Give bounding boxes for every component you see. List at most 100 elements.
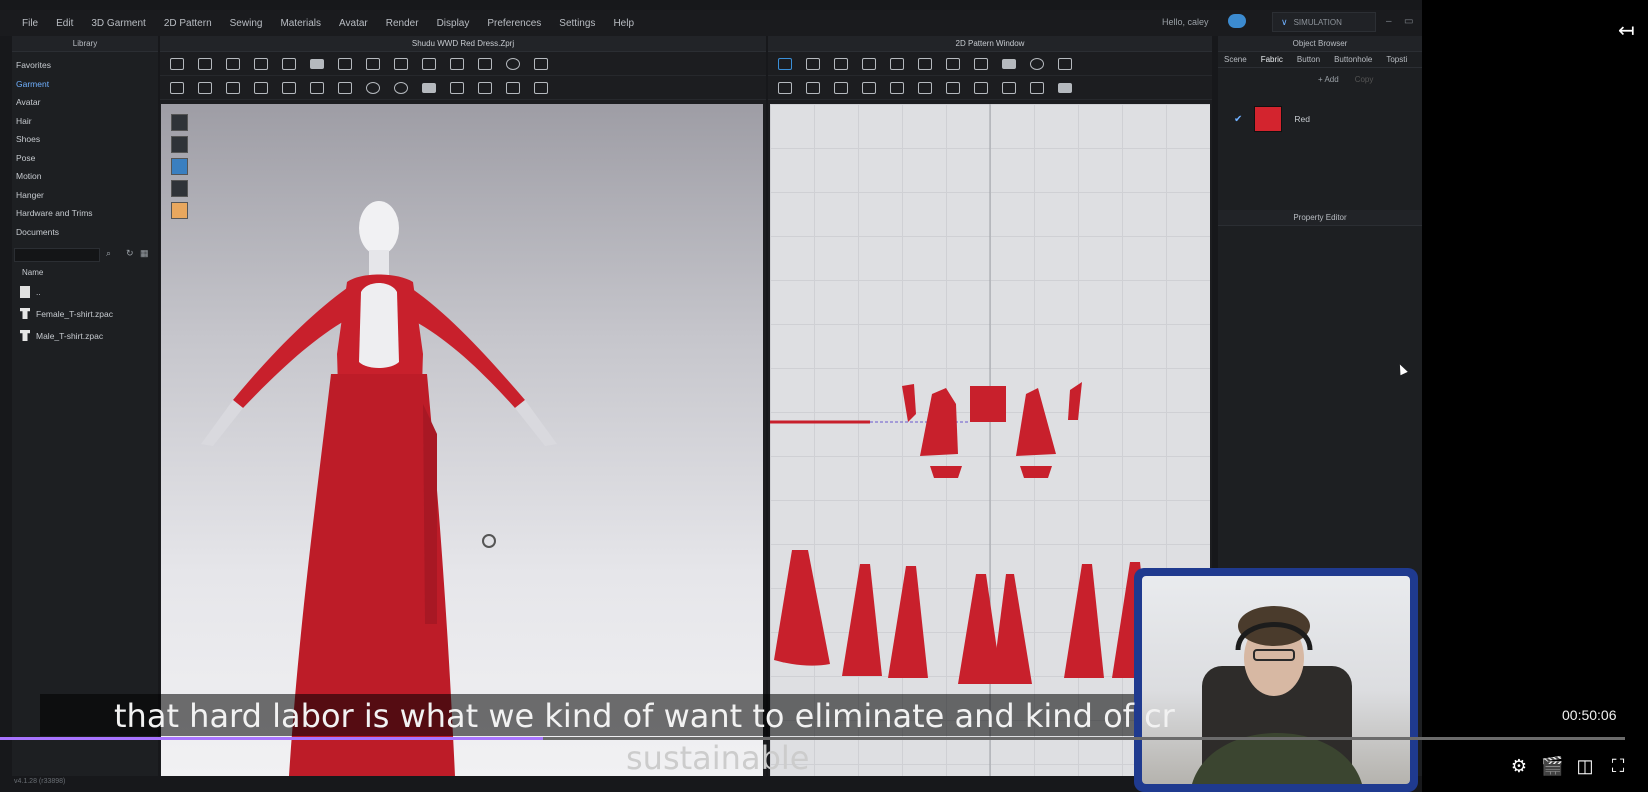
refresh-icon[interactable]: ↻: [126, 248, 134, 259]
menu-display[interactable]: Display: [437, 18, 470, 29]
add-point-icon[interactable]: [890, 57, 904, 70]
grid-view-icon[interactable]: ▦: [140, 248, 149, 259]
menu-help[interactable]: Help: [613, 18, 634, 29]
tab-scene[interactable]: Scene: [1224, 55, 1247, 64]
minimize-icon[interactable]: –: [1386, 16, 1392, 27]
menu-materials[interactable]: Materials: [280, 18, 321, 29]
simulation-icon[interactable]: [394, 57, 408, 70]
skirt-panel[interactable]: [774, 550, 830, 666]
3d-viewport[interactable]: [161, 104, 763, 776]
stitch-tool-icon[interactable]: [226, 81, 240, 94]
menu-avatar[interactable]: Avatar: [339, 18, 368, 29]
move-tool-icon[interactable]: [198, 57, 212, 70]
menu-2d-pattern[interactable]: 2D Pattern: [164, 18, 212, 29]
pattern-piece[interactable]: [1020, 466, 1052, 478]
sewing-tool-icon[interactable]: [254, 81, 268, 94]
skirt-panel[interactable]: [842, 564, 882, 676]
garment-fit-icon[interactable]: [366, 57, 380, 70]
offset-icon[interactable]: [946, 57, 960, 70]
tuck-icon[interactable]: [862, 81, 876, 94]
notch-icon[interactable]: [1030, 81, 1044, 94]
add-fabric-button[interactable]: + Add: [1318, 75, 1339, 84]
library-item-documents[interactable]: Documents: [16, 223, 158, 242]
transform-pattern-icon[interactable]: [778, 57, 792, 70]
skirt-panel[interactable]: [888, 566, 928, 678]
cross-tool-icon[interactable]: [282, 81, 296, 94]
zipper-tool-icon[interactable]: [450, 81, 464, 94]
pattern-piece[interactable]: [902, 384, 916, 422]
skirt-panel[interactable]: [1064, 564, 1104, 678]
brush-icon[interactable]: [534, 57, 548, 70]
library-item-garment[interactable]: Garment: [16, 75, 158, 94]
menu-file[interactable]: File: [22, 18, 38, 29]
menu-3d-garment[interactable]: 3D Garment: [91, 18, 145, 29]
button-tool-icon[interactable]: [366, 81, 380, 94]
menu-sewing[interactable]: Sewing: [230, 18, 263, 29]
tab-fabric[interactable]: Fabric: [1261, 55, 1283, 64]
texture-tool-icon[interactable]: [478, 81, 492, 94]
skirt-panel[interactable]: [992, 574, 1032, 684]
elastic-icon[interactable]: [1002, 81, 1016, 94]
file-row[interactable]: Male_T-shirt.zpac: [20, 330, 103, 341]
line-tool-icon[interactable]: [310, 58, 324, 69]
copy-fabric-button[interactable]: Copy: [1355, 75, 1374, 84]
dart-icon[interactable]: [890, 81, 904, 94]
shirt-tool-icon[interactable]: [422, 57, 436, 70]
trace-icon[interactable]: [974, 57, 988, 70]
rectangle-icon[interactable]: [1002, 58, 1016, 69]
settings-icon[interactable]: ⚙: [1509, 756, 1529, 776]
internal-line-icon[interactable]: [1058, 82, 1072, 93]
curve-point-icon[interactable]: [862, 57, 876, 70]
circle-icon[interactable]: [1030, 57, 1044, 70]
search-icon[interactable]: ⌕: [106, 248, 111, 259]
avatar-pose-icon[interactable]: [170, 81, 184, 94]
tab-topstitch[interactable]: Topsti: [1386, 55, 1407, 64]
pleat-icon[interactable]: [946, 81, 960, 94]
fabric-swatch[interactable]: [1254, 106, 1283, 132]
menu-edit[interactable]: Edit: [56, 18, 73, 29]
theater-mode-icon[interactable]: ◫: [1575, 756, 1595, 776]
puckering-tool-icon[interactable]: [506, 81, 520, 94]
library-search-input[interactable]: [14, 248, 100, 262]
pin-tool-icon[interactable]: [282, 57, 296, 70]
fabric-list-item[interactable]: ✔ Red: [1234, 106, 1310, 132]
fold-tool-icon[interactable]: [338, 57, 352, 70]
select-tool-icon[interactable]: [170, 57, 184, 70]
file-row[interactable]: Female_T-shirt.zpac: [20, 308, 113, 319]
seam-tool-icon[interactable]: [198, 81, 212, 94]
library-item-hardware-and-trims[interactable]: Hardware and Trims: [16, 204, 158, 223]
library-item-pose[interactable]: Pose: [16, 149, 158, 168]
clapperboard-icon[interactable]: 🎬: [1541, 756, 1563, 776]
menu-render[interactable]: Render: [386, 18, 419, 29]
pattern-piece[interactable]: [930, 466, 962, 478]
edit-pattern-icon[interactable]: [254, 57, 268, 70]
library-item-favorites[interactable]: Favorites: [16, 56, 158, 75]
collapse-panel-icon[interactable]: ↤: [1618, 18, 1635, 43]
fullscreen-icon[interactable]: ⛶: [1608, 756, 1628, 776]
cut-pattern-icon[interactable]: [918, 57, 932, 70]
pattern-piece[interactable]: [1068, 382, 1082, 420]
pattern-piece[interactable]: [1016, 388, 1056, 456]
progress-bar[interactable]: [0, 737, 1625, 740]
file-row[interactable]: ..: [20, 286, 41, 298]
library-item-motion[interactable]: Motion: [16, 167, 158, 186]
menu-preferences[interactable]: Preferences: [487, 18, 541, 29]
library-item-hair[interactable]: Hair: [16, 112, 158, 131]
image-icon[interactable]: [1058, 57, 1072, 70]
split-tool-icon[interactable]: [534, 81, 548, 94]
library-item-shoes[interactable]: Shoes: [16, 130, 158, 149]
lasso-icon[interactable]: [506, 57, 520, 70]
tape-icon[interactable]: [478, 57, 492, 70]
buttonhole-tool-icon[interactable]: [394, 81, 408, 94]
pinch-tool-icon[interactable]: [338, 81, 352, 94]
cloud-icon[interactable]: [1228, 14, 1246, 28]
topstitch-tool-icon[interactable]: [422, 82, 436, 93]
edit-sewing-icon[interactable]: [834, 81, 848, 94]
tack-tool-icon[interactable]: [310, 81, 324, 94]
library-item-avatar[interactable]: Avatar: [16, 93, 158, 112]
maximize-icon[interactable]: ▭: [1404, 16, 1413, 27]
menu-settings[interactable]: Settings: [559, 18, 595, 29]
video-frame[interactable]: File Edit 3D Garment 2D Pattern Sewing M…: [0, 0, 1422, 792]
free-sewing-icon[interactable]: [806, 81, 820, 94]
measure-icon[interactable]: [450, 57, 464, 70]
